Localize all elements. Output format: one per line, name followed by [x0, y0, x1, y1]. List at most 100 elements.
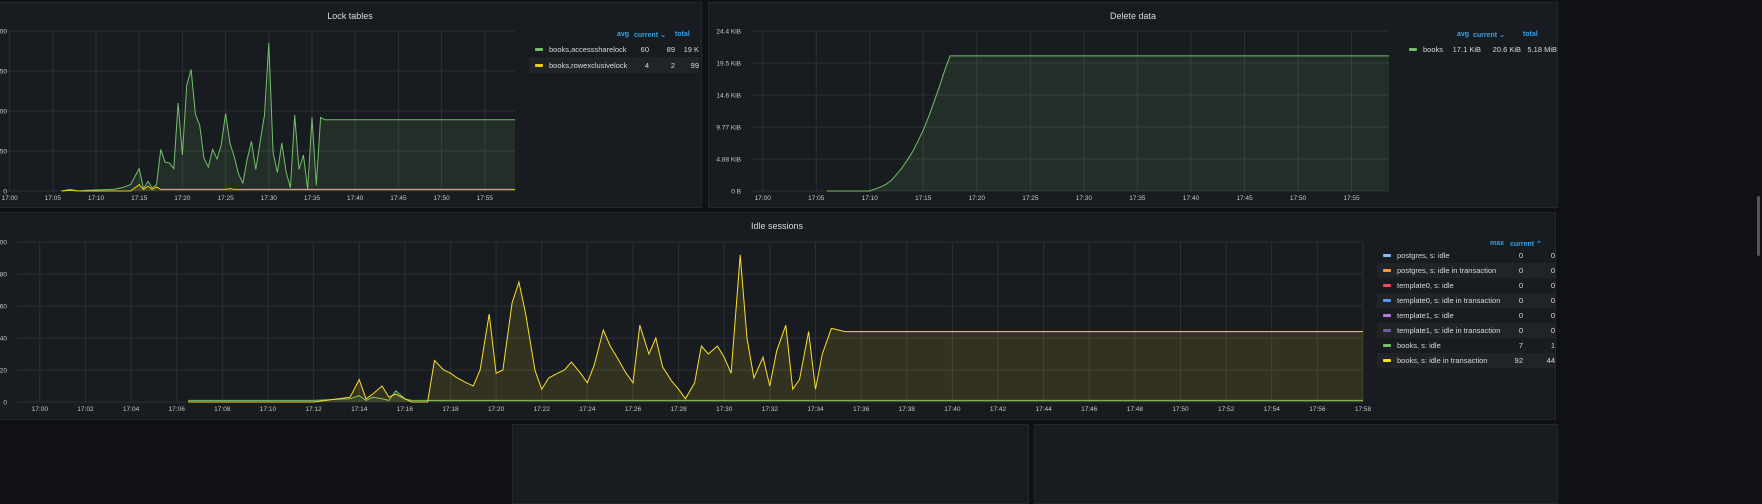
legend-row[interactable]: postgres, s: idle 0 0	[1377, 248, 1555, 263]
x-tick-label: 17:25	[1022, 195, 1039, 202]
x-tick-label: 17:28	[670, 406, 687, 413]
legend-row[interactable]: template0, s: idle 0 0	[1377, 278, 1555, 293]
x-tick-label: 17:30	[716, 406, 733, 413]
x-tick-label: 17:44	[1035, 406, 1052, 413]
y-tick-label: 4.88 KiB	[716, 157, 741, 164]
x-tick-label: 17:04	[123, 406, 140, 413]
x-tick-label: 17:40	[347, 195, 364, 202]
x-tick-label: 17:55	[477, 195, 494, 202]
bottom-panel-left	[512, 424, 1029, 504]
idle-sessions-chart: 0 20 40 60 80 100 17:00 17:02 17:04 17:06 17:08 17:…	[0, 240, 1372, 414]
series-current: 0	[1550, 251, 1555, 260]
x-tick-label: 17:05	[808, 195, 825, 202]
series-swatch	[1383, 359, 1391, 362]
x-tick-label: 17:50	[1290, 195, 1307, 202]
legend-header-avg[interactable]: avg	[1457, 31, 1469, 38]
legend-header-max[interactable]: max	[1490, 240, 1504, 247]
delete-data-chart: 0 B 4.88 KiB 9.77 KiB 14.6 KiB 19.5 KiB 24.4 …	[716, 29, 1389, 202]
x-tick-label: 17:25	[217, 195, 234, 202]
series-max: 7	[1518, 341, 1523, 350]
x-tick-label: 17:36	[853, 406, 870, 413]
lock-tables-panel: Lock tables 05010015020017:0017:0517:101…	[0, 2, 702, 208]
y-tick-label: 40	[0, 336, 7, 343]
x-tick-label: 17:35	[304, 195, 321, 202]
x-tick-label: 17:38	[899, 406, 916, 413]
legend-row[interactable]: books 17.1 KiB 20.6 KiB 5.18 MiB	[1403, 41, 1557, 57]
series-max: 0	[1518, 281, 1523, 290]
y-tick-label: 60	[0, 304, 7, 311]
series-name: template0, s: idle	[1397, 281, 1454, 290]
x-tick-label: 17:08	[214, 406, 231, 413]
legend-row[interactable]: books,accesssharelock 60 89 19 K	[529, 41, 699, 57]
x-tick-label: 17:40	[944, 406, 961, 413]
x-tick-label: 17:15	[131, 195, 148, 202]
legend-header-current[interactable]: current ⌃	[1510, 240, 1542, 248]
legend-header-total[interactable]: total	[1523, 31, 1538, 38]
x-tick-label: 17:58	[1355, 406, 1372, 413]
legend-row[interactable]: template1, s: idle 0 0	[1377, 308, 1555, 323]
legend-header-current[interactable]: current ⌄	[634, 31, 666, 39]
x-tick-label: 17:06	[169, 406, 186, 413]
page-scrollbar[interactable]	[1757, 196, 1760, 256]
series-name: template1, s: idle in transaction	[1397, 326, 1501, 335]
series-area	[61, 43, 515, 191]
x-tick-label: 17:12	[305, 406, 322, 413]
series-current: 1	[1550, 341, 1555, 350]
x-tick-label: 17:32	[762, 406, 779, 413]
series-max: 0	[1518, 251, 1523, 260]
x-tick-label: 17:30	[261, 195, 278, 202]
x-tick-label: 17:35	[1129, 195, 1146, 202]
series-swatch	[1409, 47, 1417, 51]
x-tick-label: 17:34	[807, 406, 824, 413]
series-name: books, s: idle	[1397, 341, 1441, 350]
series-current: 2	[670, 60, 675, 70]
x-tick-label: 17:16	[397, 406, 414, 413]
x-tick-label: 17:50	[1172, 406, 1189, 413]
legend-header-avg[interactable]: avg	[617, 31, 629, 38]
legend-row[interactable]: template0, s: idle in transaction 0 0	[1377, 293, 1555, 308]
series-current: 0	[1550, 296, 1555, 305]
y-tick-label: 20	[0, 368, 7, 375]
series-current: 0	[1550, 266, 1555, 275]
series-avg: 17.1 KiB	[1452, 44, 1481, 54]
series-swatch	[535, 63, 543, 67]
x-tick-label: 17:54	[1264, 406, 1281, 413]
lock-tables-chart: 05010015020017:0017:0517:1017:1517:2017:…	[0, 29, 515, 202]
legend-row[interactable]: books, s: idle 7 1	[1377, 338, 1555, 353]
x-tick-label: 17:18	[442, 406, 459, 413]
legend-row[interactable]: template1, s: idle in transaction 0 0	[1377, 323, 1555, 338]
x-tick-label: 17:20	[969, 195, 986, 202]
y-tick-label: 150	[0, 69, 7, 76]
y-tick-label: 200	[0, 29, 7, 36]
y-tick-label: 0	[3, 400, 7, 407]
y-tick-label: 80	[0, 272, 7, 279]
legend-row[interactable]: books, s: idle in transaction 92 44	[1377, 353, 1555, 368]
x-tick-label: 17:15	[915, 195, 932, 202]
series-current: 0	[1550, 281, 1555, 290]
series-current: 89	[666, 44, 675, 54]
x-tick-label: 17:26	[625, 406, 642, 413]
series-total: 5.18 MiB	[1527, 44, 1557, 54]
series-area	[826, 55, 1389, 192]
series-max: 0	[1518, 266, 1523, 275]
series-swatch	[1383, 284, 1391, 287]
y-tick-label: 0 B	[731, 189, 741, 196]
x-tick-label: 17:22	[534, 406, 551, 413]
legend-row[interactable]: books,rowexclusivelock 4 2 99	[529, 57, 699, 73]
series-swatch	[1383, 269, 1391, 272]
y-tick-label: 9.77 KiB	[716, 125, 741, 132]
series-current: 20.6 KiB	[1492, 44, 1521, 54]
series-name: template1, s: idle	[1397, 311, 1454, 320]
legend-header-current[interactable]: current ⌄	[1473, 31, 1505, 39]
x-tick-label: 17:00	[755, 195, 772, 202]
x-tick-label: 17:42	[990, 406, 1007, 413]
y-tick-label: 50	[0, 149, 7, 156]
x-tick-label: 17:50	[433, 195, 450, 202]
idle-sessions-panel: Idle sessions 02040608010017:0017:0217:0…	[0, 212, 1556, 420]
x-tick-label: 17:10	[862, 195, 879, 202]
legend-row[interactable]: postgres, s: idle in transaction 0 0	[1377, 263, 1555, 278]
legend-header-total[interactable]: total	[675, 31, 690, 38]
series-swatch	[1383, 254, 1391, 257]
series-avg: 60	[640, 44, 649, 54]
series-name: books	[1423, 44, 1444, 54]
